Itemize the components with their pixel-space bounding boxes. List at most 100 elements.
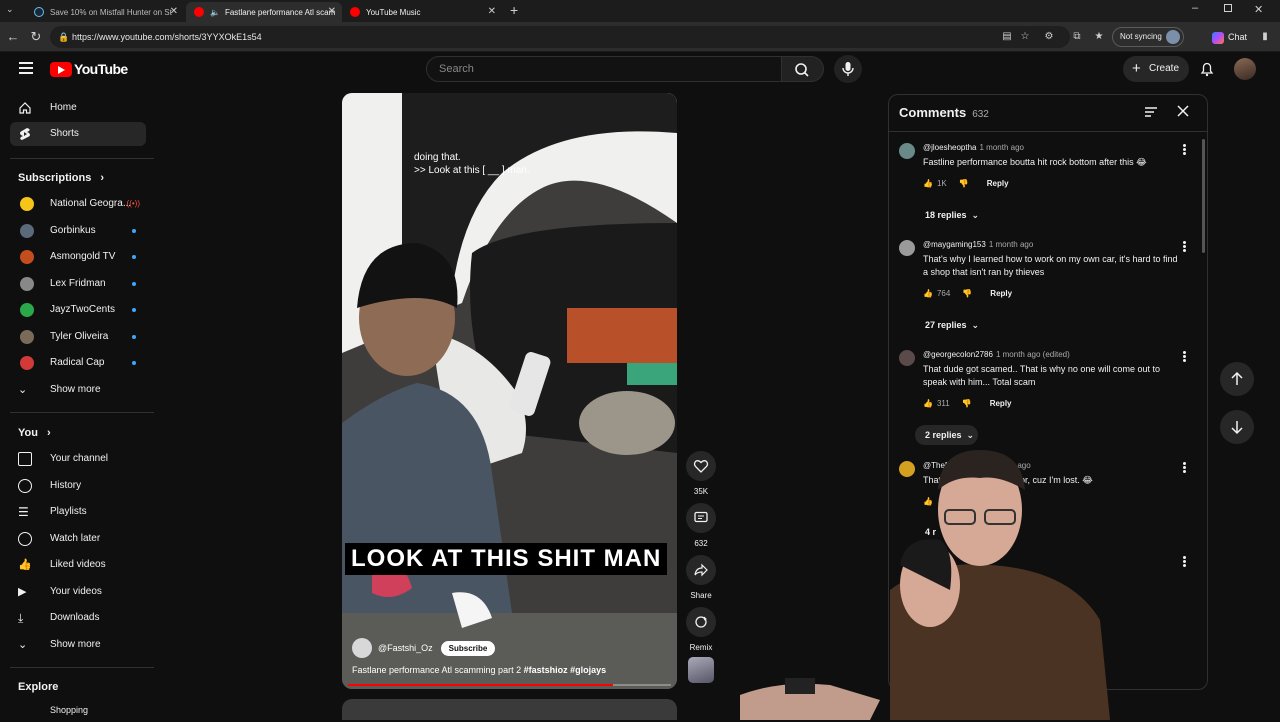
- sidebar-toggle-icon[interactable]: ▮: [1258, 30, 1272, 44]
- comment-more-icon[interactable]: [1179, 240, 1189, 254]
- sidebar-item-home[interactable]: Home: [10, 96, 146, 120]
- commenter-avatar[interactable]: [899, 240, 915, 256]
- search-button[interactable]: [782, 56, 824, 82]
- notifications-button[interactable]: [1198, 60, 1216, 78]
- sidebar-item-subscription[interactable]: Tyler Oliveira: [10, 325, 146, 349]
- comment-more-icon[interactable]: [1179, 350, 1189, 364]
- tab-title: Save 10% on Mistfall Hunter on St: [50, 7, 172, 17]
- close-tab-icon[interactable]: ✕: [170, 6, 178, 17]
- voice-search-button[interactable]: [834, 55, 862, 83]
- channel-avatar: [20, 356, 34, 370]
- comment-more-icon[interactable]: [1179, 461, 1189, 475]
- channel-avatar[interactable]: [352, 638, 372, 658]
- commenter-handle[interactable]: @jloesheoptha: [923, 143, 977, 152]
- address-bar[interactable]: 🔒 https://www.youtube.com/shorts/3YYXOkE…: [50, 26, 1070, 48]
- sidebar-item-subscription[interactable]: National Geogra... ((•)): [10, 192, 146, 216]
- steam-favicon-icon: [34, 7, 44, 17]
- sidebar-item-subscription[interactable]: Asmongold TV: [10, 245, 146, 269]
- thumb-up-icon[interactable]: 👍: [923, 179, 933, 188]
- channel-name[interactable]: @Fastshi_Oz: [378, 643, 433, 653]
- reply-button[interactable]: Reply: [987, 179, 1009, 188]
- reader-view-icon[interactable]: ▤: [1000, 30, 1014, 44]
- video-progress-bar[interactable]: [348, 684, 671, 686]
- short-hashtags[interactable]: #fastshioz #glojays: [524, 665, 607, 675]
- tab-list-menu-icon[interactable]: ⌄: [6, 4, 14, 15]
- view-replies-button[interactable]: 27 replies ⌄: [915, 315, 983, 335]
- commenter-avatar[interactable]: [899, 143, 915, 159]
- subscriptions-show-more[interactable]: ⌄ Show more: [10, 378, 146, 402]
- thumb-up-icon[interactable]: 👍: [923, 289, 933, 298]
- commenter-handle[interactable]: @georgecolon2786: [923, 350, 993, 359]
- close-tab-icon[interactable]: ✕: [328, 6, 336, 17]
- reply-button[interactable]: Reply: [990, 399, 1012, 408]
- comments-button[interactable]: [686, 503, 716, 533]
- new-content-dot: [132, 282, 136, 286]
- account-avatar[interactable]: [1234, 58, 1256, 80]
- browser-tab-youtube-music[interactable]: YouTube Music ✕: [342, 2, 502, 22]
- audio-thumbnail[interactable]: [688, 657, 714, 683]
- sort-icon[interactable]: [1144, 106, 1158, 118]
- search-input[interactable]: Search: [426, 56, 782, 82]
- short-video-player[interactable]: doing that. >> Look at this [ __ ] man. …: [342, 93, 677, 689]
- sidebar-item-playlists[interactable]: ☰ Playlists: [10, 500, 146, 524]
- view-replies-button[interactable]: 18 replies ⌄: [915, 205, 983, 225]
- subscribe-button[interactable]: Subscribe: [440, 640, 496, 656]
- you-show-more[interactable]: ⌄ Show more: [10, 633, 146, 657]
- speaker-icon[interactable]: 🔈: [210, 8, 220, 17]
- split-screen-icon[interactable]: ⧉: [1070, 30, 1084, 44]
- like-button[interactable]: [686, 451, 716, 481]
- comment-more-icon[interactable]: [1179, 555, 1189, 569]
- create-button[interactable]: + Create: [1123, 56, 1189, 82]
- comment-more-icon[interactable]: [1179, 143, 1189, 157]
- menu-icon[interactable]: [19, 62, 33, 74]
- next-short-button[interactable]: [1220, 410, 1254, 444]
- favorites-icon[interactable]: ★: [1092, 30, 1106, 44]
- youtube-logo[interactable]: YouTube: [50, 61, 128, 77]
- close-icon[interactable]: [1176, 104, 1190, 118]
- sidebar-item-subscription[interactable]: Gorbinkus: [10, 219, 146, 243]
- sidebar-item-liked-videos[interactable]: 👍 Liked videos: [10, 553, 146, 577]
- sidebar-item-downloads[interactable]: ⤓ Downloads: [10, 606, 146, 630]
- sidebar-item-your-videos[interactable]: ▶ Your videos: [10, 580, 146, 604]
- browser-tab-active[interactable]: 🔈 Fastlane performance Atl scam ✕: [186, 2, 342, 22]
- you-heading[interactable]: You ›: [18, 427, 51, 439]
- back-icon[interactable]: ←: [4, 28, 22, 46]
- thumb-up-icon[interactable]: 👍: [923, 399, 933, 408]
- sidebar-item-history[interactable]: History: [10, 474, 146, 498]
- sidebar-item-subscription[interactable]: JayzTwoCents: [10, 298, 146, 322]
- sync-profile-button[interactable]: Not syncing: [1112, 27, 1184, 47]
- sidebar-item-shopping[interactable]: Shopping: [10, 698, 146, 722]
- close-window-icon[interactable]: ✕: [1254, 3, 1263, 16]
- new-tab-icon[interactable]: +: [510, 2, 518, 18]
- thumb-down-icon[interactable]: 👎: [962, 399, 972, 408]
- share-button[interactable]: [686, 555, 716, 585]
- thumb-down-icon[interactable]: 👎: [962, 289, 972, 298]
- channel-avatar: [20, 303, 34, 317]
- sidebar-item-subscription[interactable]: Lex Fridman: [10, 272, 146, 296]
- minimize-icon[interactable]: –: [1192, 2, 1198, 14]
- extensions-icon[interactable]: ⚙: [1042, 30, 1056, 44]
- commenter-handle[interactable]: @maygaming153: [923, 240, 986, 249]
- sidebar-item-your-channel[interactable]: Your channel: [10, 447, 146, 471]
- comments-scrollbar[interactable]: [1202, 139, 1205, 253]
- thumb-down-icon[interactable]: 👎: [959, 179, 969, 188]
- maximize-icon[interactable]: [1224, 4, 1232, 12]
- close-tab-icon[interactable]: ✕: [488, 6, 496, 17]
- sidebar-item-subscription[interactable]: Radical Cap: [10, 351, 146, 375]
- next-short-preview[interactable]: [342, 699, 677, 720]
- more-options-icon[interactable]: [667, 99, 671, 113]
- reply-button[interactable]: Reply: [990, 289, 1012, 298]
- remix-button[interactable]: [686, 607, 716, 637]
- short-title[interactable]: Fastlane performance Atl scamming part 2…: [352, 665, 606, 675]
- commenter-avatar[interactable]: [899, 350, 915, 366]
- sidebar-item-shorts[interactable]: Shorts: [10, 122, 146, 146]
- browser-tab-steam[interactable]: Save 10% on Mistfall Hunter on St ✕: [26, 2, 184, 22]
- copilot-chat-button[interactable]: Chat: [1212, 27, 1247, 47]
- favorite-star-icon[interactable]: ☆: [1018, 30, 1032, 44]
- refresh-icon[interactable]: ↻: [27, 28, 45, 46]
- search-placeholder: Search: [439, 63, 474, 75]
- sidebar-item-watch-later[interactable]: Watch later: [10, 527, 146, 551]
- live-icon: ((•)): [126, 199, 140, 208]
- previous-short-button[interactable]: [1220, 362, 1254, 396]
- subscriptions-heading[interactable]: Subscriptions ›: [18, 172, 104, 184]
